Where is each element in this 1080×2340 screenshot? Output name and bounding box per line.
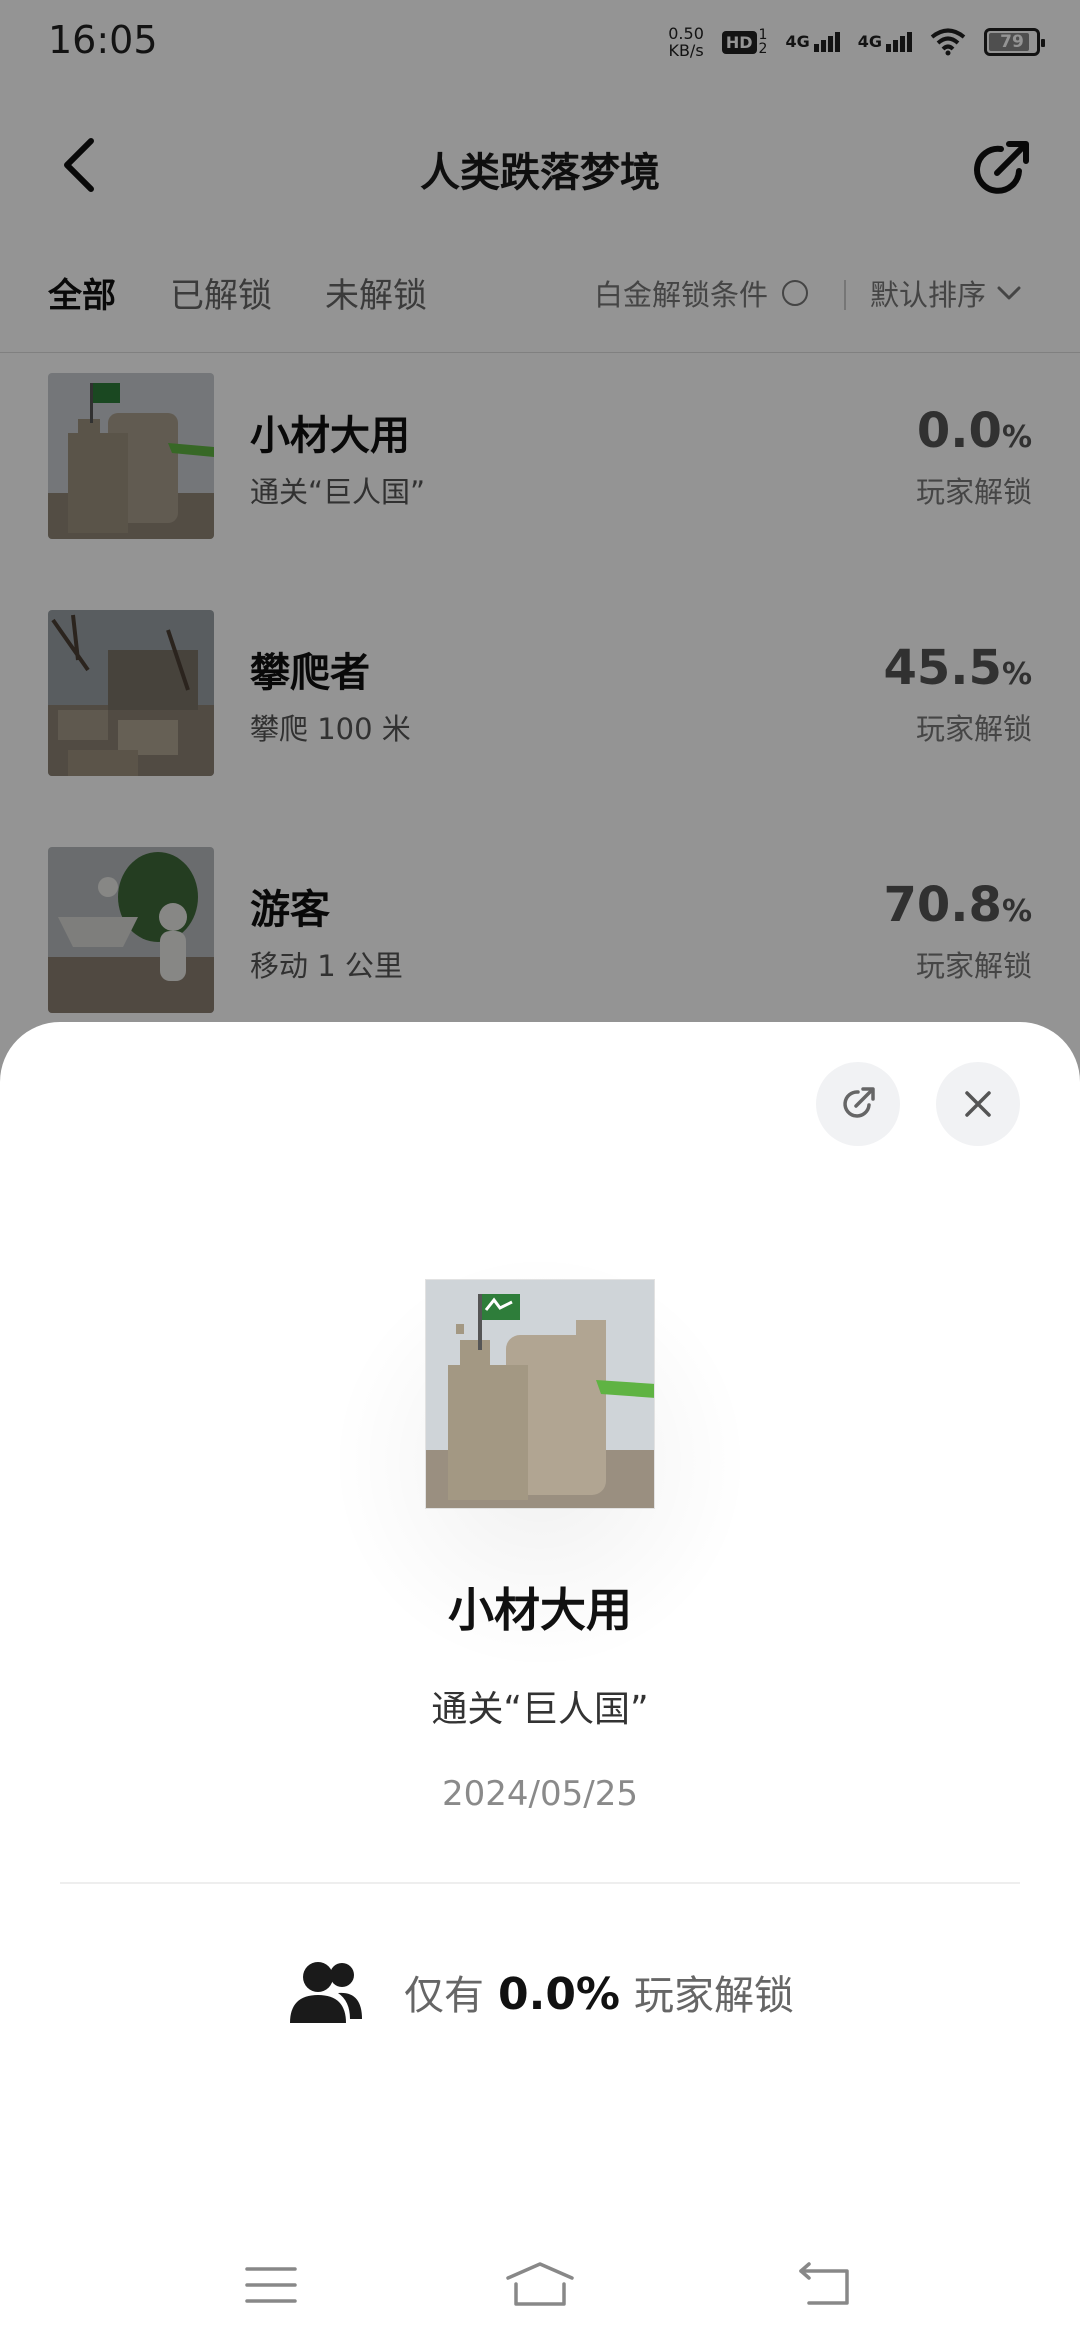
detail-achievement-desc: 通关“巨人国” [431, 1689, 649, 1730]
players-suffix: 玩家解锁 [634, 1973, 795, 2019]
close-icon [965, 1091, 991, 1117]
recent-apps-button[interactable] [226, 2240, 316, 2330]
sheet-share-button[interactable] [816, 1062, 900, 1146]
sheet-close-button[interactable] [936, 1062, 1020, 1146]
achievement-detail-image [425, 1279, 655, 1509]
users-icon [289, 1962, 362, 2023]
achievement-detail-sheet: 小材大用 通关“巨人国” 2024/05/25 仅有 0.0% 玩家解锁 [0, 1022, 1080, 2340]
players-prefix: 仅有 [403, 1973, 484, 2019]
players-unlock-text: 仅有 0.0% 玩家解锁 [404, 1963, 794, 2021]
detail-unlock-date: 2024/05/25 [442, 1774, 638, 1814]
players-unlock-row: 仅有 0.0% 玩家解锁 [0, 1952, 1080, 2032]
system-nav-bar [0, 2220, 1080, 2340]
menu-icon [245, 2267, 297, 2303]
home-icon [506, 2262, 574, 2306]
players-percent: 0.0% [497, 1969, 621, 2020]
detail-achievement-name: 小材大用 [448, 1583, 632, 1637]
home-button[interactable] [495, 2240, 585, 2330]
detail-divider [60, 1882, 1020, 1884]
back-arrow-icon [799, 2262, 849, 2305]
system-back-button[interactable] [780, 2240, 870, 2330]
share-icon [843, 1087, 875, 1118]
